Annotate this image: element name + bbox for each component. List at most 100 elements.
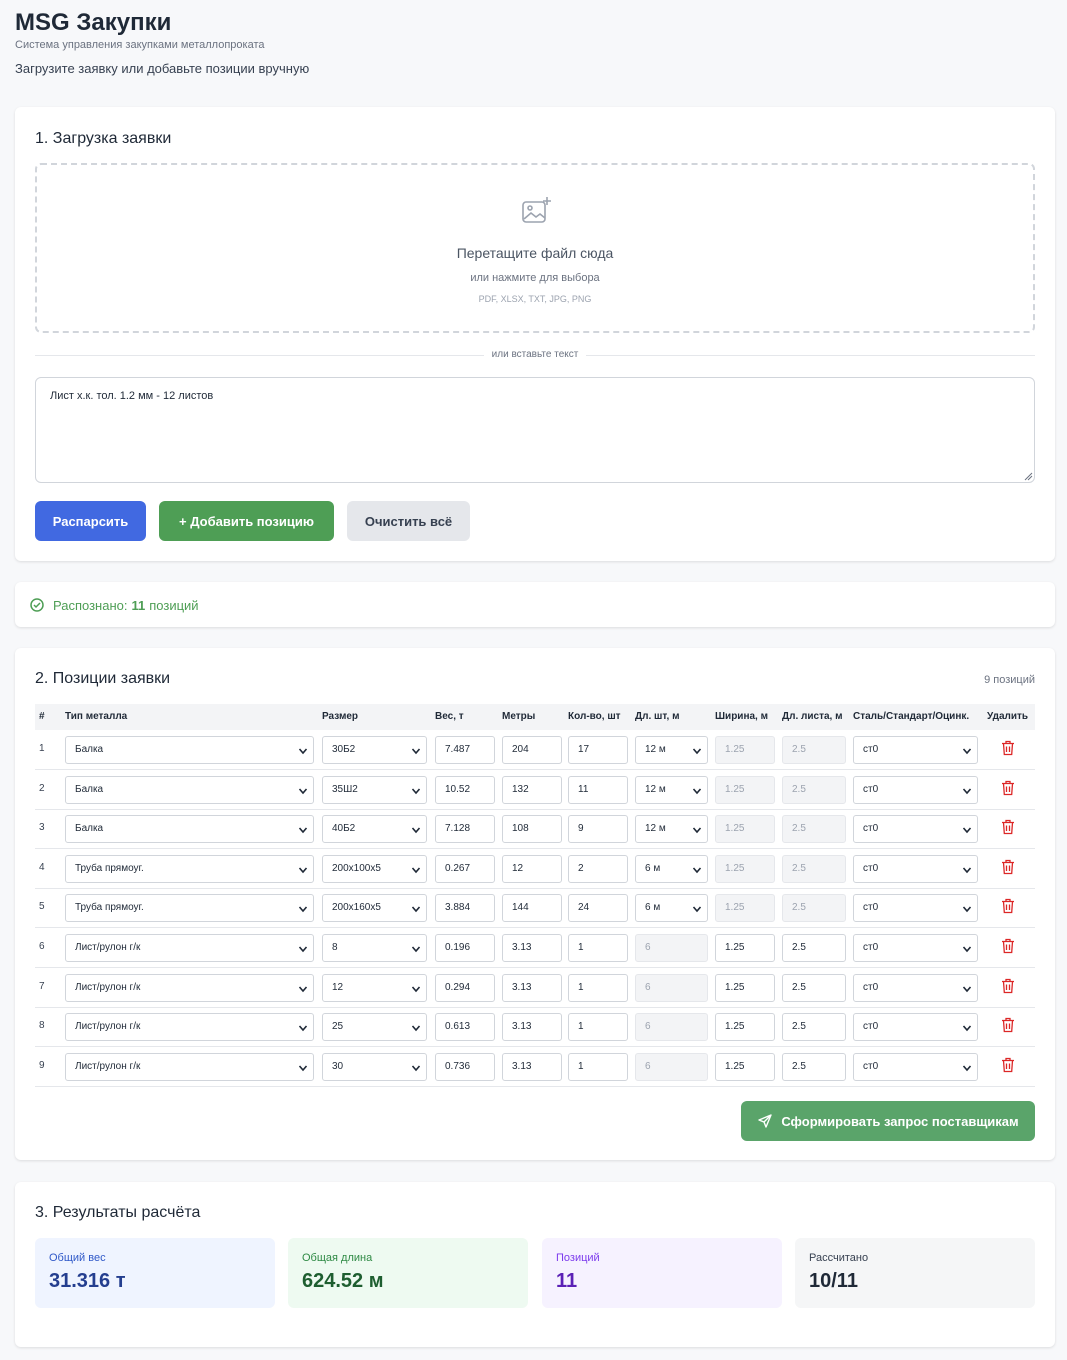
sheet-length-input[interactable]: 2.5 xyxy=(782,1013,846,1042)
trash-icon[interactable] xyxy=(1001,978,1015,994)
size-select[interactable]: 8 xyxy=(322,934,427,962)
parse-button[interactable]: Распарсить xyxy=(35,501,146,541)
trash-icon[interactable] xyxy=(1001,740,1015,756)
chevron-down-icon xyxy=(411,748,421,755)
steel-select[interactable]: ст0 xyxy=(853,934,978,962)
meters-input[interactable]: 144 xyxy=(502,894,562,923)
chevron-down-icon xyxy=(298,906,308,913)
width-input[interactable]: 1.25 xyxy=(715,1013,775,1042)
qty-input[interactable]: 24 xyxy=(568,894,628,923)
weight-input[interactable]: 0.196 xyxy=(435,934,495,962)
qty-input[interactable]: 1 xyxy=(568,973,628,1002)
weight-input[interactable]: 0.613 xyxy=(435,1013,495,1042)
sheet-length-input[interactable]: 2.5 xyxy=(782,934,846,962)
size-select[interactable]: 12 xyxy=(322,973,427,1002)
piece-length-select[interactable]: 6 м xyxy=(635,854,708,883)
steel-select[interactable]: ст0 xyxy=(853,854,978,883)
meters-input[interactable]: 204 xyxy=(502,736,562,764)
trash-icon[interactable] xyxy=(1001,1057,1015,1073)
metal-type-select[interactable]: Лист/рулон г/к xyxy=(65,1013,314,1042)
qty-input[interactable]: 2 xyxy=(568,854,628,883)
metal-type-select[interactable]: Лист/рулон г/к xyxy=(65,973,314,1002)
meters-input[interactable]: 12 xyxy=(502,854,562,883)
trash-icon[interactable] xyxy=(1001,780,1015,796)
weight-input[interactable]: 0.267 xyxy=(435,854,495,883)
metal-type-select[interactable]: Балка xyxy=(65,775,314,804)
qty-input[interactable]: 1 xyxy=(568,934,628,962)
qty-input[interactable]: 1 xyxy=(568,1013,628,1042)
width-input: 1.25 xyxy=(715,775,775,804)
chevron-down-icon xyxy=(962,906,972,913)
piece-length-select[interactable]: 12 м xyxy=(635,736,708,764)
piece-length-input: 6 xyxy=(635,934,708,962)
chevron-down-icon xyxy=(692,906,702,913)
header-width: Ширина, м xyxy=(715,711,769,722)
qty-input[interactable]: 1 xyxy=(568,1052,628,1081)
steel-select[interactable]: ст0 xyxy=(853,973,978,1002)
qty-input[interactable]: 11 xyxy=(568,775,628,804)
metal-type-select[interactable]: Балка xyxy=(65,736,314,764)
chevron-down-icon xyxy=(411,906,421,913)
table-row: 1 Балка 30Б2 7.487 204 17 12 м 1.25 2.5 ст0 xyxy=(35,730,1035,770)
size-select[interactable]: 30Б2 xyxy=(322,736,427,764)
metal-type-select[interactable]: Лист/рулон г/к xyxy=(65,934,314,962)
weight-input[interactable]: 0.294 xyxy=(435,973,495,1002)
stat-value: 11 xyxy=(556,1270,578,1292)
add-position-button[interactable]: + Добавить позицию xyxy=(159,501,334,541)
meters-input[interactable]: 108 xyxy=(502,815,562,844)
send-icon xyxy=(758,1114,773,1128)
metal-type-select[interactable]: Труба прямоуг. xyxy=(65,894,314,923)
resize-grip-icon[interactable] xyxy=(1023,471,1033,481)
header-weight: Вес, т xyxy=(435,711,464,722)
trash-icon[interactable] xyxy=(1001,898,1015,914)
metal-type-select[interactable]: Труба прямоуг. xyxy=(65,854,314,883)
meters-input[interactable]: 3.13 xyxy=(502,1052,562,1081)
steel-select[interactable]: ст0 xyxy=(853,736,978,764)
qty-input[interactable]: 9 xyxy=(568,815,628,844)
clear-all-button[interactable]: Очистить всё xyxy=(347,501,470,541)
sheet-length-input[interactable]: 2.5 xyxy=(782,973,846,1002)
paste-textarea[interactable]: Лист х.к. тол. 1.2 мм - 12 листов xyxy=(35,377,1035,483)
header-delete: Удалить xyxy=(987,711,1029,722)
steel-select[interactable]: ст0 xyxy=(853,894,978,923)
piece-length-select[interactable]: 12 м xyxy=(635,815,708,844)
meters-input[interactable]: 3.13 xyxy=(502,1013,562,1042)
steel-select[interactable]: ст0 xyxy=(853,1052,978,1081)
size-select[interactable]: 200x100x5 xyxy=(322,854,427,883)
width-input[interactable]: 1.25 xyxy=(715,934,775,962)
piece-length-select[interactable]: 6 м xyxy=(635,894,708,923)
weight-input[interactable]: 10.52 xyxy=(435,775,495,804)
meters-input[interactable]: 3.13 xyxy=(502,973,562,1002)
trash-icon[interactable] xyxy=(1001,819,1015,835)
size-select[interactable]: 30 xyxy=(322,1052,427,1081)
width-input[interactable]: 1.25 xyxy=(715,973,775,1002)
size-select[interactable]: 200x160x5 xyxy=(322,894,427,923)
width-input[interactable]: 1.25 xyxy=(715,1052,775,1081)
size-select[interactable]: 35Ш2 xyxy=(322,775,427,804)
weight-input[interactable]: 7.128 xyxy=(435,815,495,844)
size-select[interactable]: 40Б2 xyxy=(322,815,427,844)
trash-icon[interactable] xyxy=(1001,859,1015,875)
meters-input[interactable]: 3.13 xyxy=(502,934,562,962)
chevron-down-icon xyxy=(411,788,421,794)
meters-input[interactable]: 132 xyxy=(502,775,562,804)
weight-input[interactable]: 3.884 xyxy=(435,894,495,923)
chevron-down-icon xyxy=(692,748,702,755)
metal-type-select[interactable]: Лист/рулон г/к xyxy=(65,1052,314,1081)
trash-icon[interactable] xyxy=(1001,1017,1015,1033)
chevron-down-icon xyxy=(298,867,308,874)
steel-select[interactable]: ст0 xyxy=(853,1013,978,1042)
steel-select[interactable]: ст0 xyxy=(853,775,978,804)
metal-type-select[interactable]: Балка xyxy=(65,815,314,844)
weight-input[interactable]: 0.736 xyxy=(435,1052,495,1081)
qty-input[interactable]: 17 xyxy=(568,736,628,764)
sheet-length-input[interactable]: 2.5 xyxy=(782,1052,846,1081)
steel-select[interactable]: ст0 xyxy=(853,815,978,844)
file-dropzone[interactable]: Перетащите файл сюда или нажмите для выб… xyxy=(35,163,1035,333)
weight-input[interactable]: 7.487 xyxy=(435,736,495,764)
trash-icon[interactable] xyxy=(1001,938,1015,954)
size-select[interactable]: 25 xyxy=(322,1013,427,1042)
send-request-button[interactable]: Сформировать запрос поставщикам xyxy=(741,1101,1035,1141)
table-row: 8 Лист/рулон г/к 25 0.613 3.13 1 6 1.25 2.5 ст0 xyxy=(35,1007,1035,1048)
piece-length-select[interactable]: 12 м xyxy=(635,775,708,804)
